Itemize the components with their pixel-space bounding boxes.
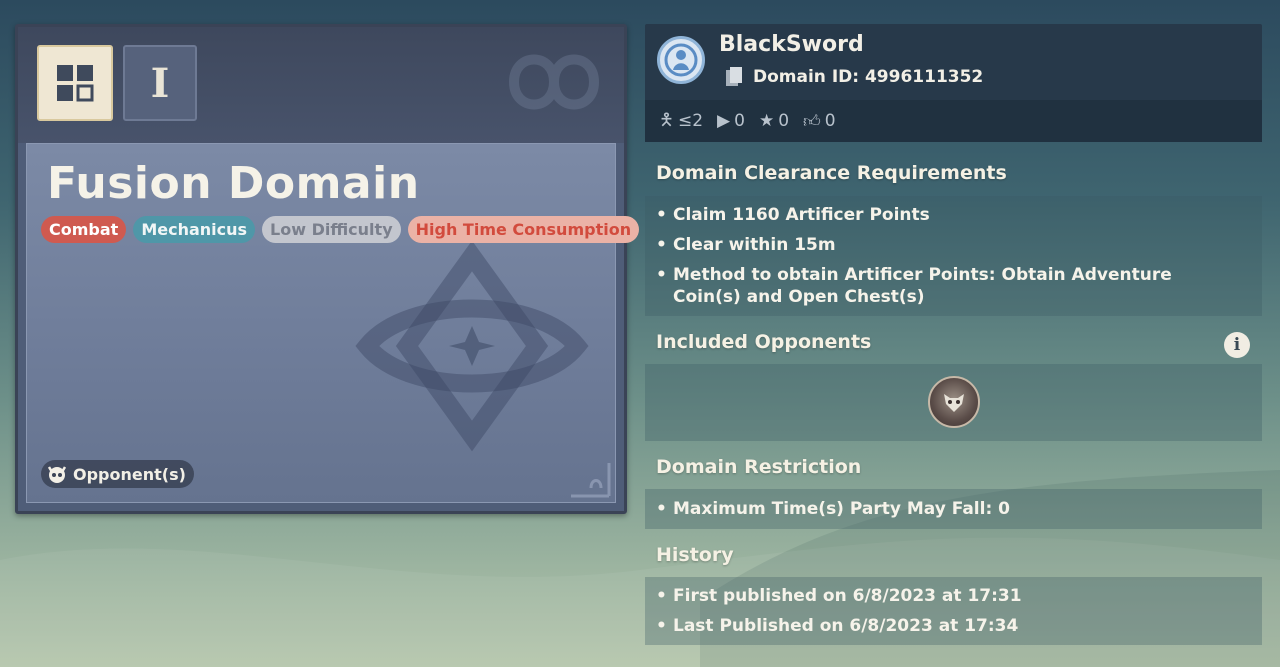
history-item: First published on 6/8/2023 at 17:31 [645, 585, 1262, 607]
knot-ornament-icon [508, 54, 600, 110]
opponents-title: Included Opponents [656, 331, 872, 353]
tag-high-time: High Time Consumption [407, 216, 640, 243]
clearance-item: Claim 1160 Artificer Points [645, 204, 1262, 226]
play-icon: ▶ [717, 111, 731, 131]
restriction-list: Maximum Time(s) Party May Fall: 0 [645, 489, 1262, 529]
creator-username: BlackSword [719, 32, 864, 57]
tag-combat: Combat [41, 216, 127, 243]
tag-low-difficulty: Low Difficulty [262, 216, 401, 243]
plays-value: 0 [734, 111, 745, 131]
likes-value: 0 [824, 111, 836, 131]
info-icon[interactable]: i [1224, 332, 1250, 358]
stat-party-size: 🯅 ≤2 [659, 107, 703, 136]
person-icon: 🯅 [659, 109, 674, 130]
tag-mechanicus: Mechanicus [133, 216, 256, 243]
compass-avatar-icon [664, 43, 698, 77]
domain-preview: Fusion Domain Combat Mechanicus Low Diff… [26, 143, 640, 503]
opponents-pill[interactable]: Opponent(s) [41, 460, 194, 488]
party-size-value: ≤2 [677, 111, 704, 131]
restriction-item: Maximum Time(s) Party May Fall: 0 [645, 498, 1262, 520]
stat-plays: ▶ 0 [717, 111, 745, 131]
domain-tags: Combat Mechanicus Low Difficulty High Ti… [41, 216, 640, 243]
restriction-title: Domain Restriction [656, 456, 862, 478]
clearance-title: Domain Clearance Requirements [656, 162, 1007, 184]
domain-id-row: Domain ID: 4996111352 [725, 66, 983, 88]
clearance-list: Claim 1160 Artificer Points Clear within… [645, 196, 1262, 316]
domain-emblem-icon [355, 240, 589, 452]
clearance-item: Method to obtain Artificer Points: Obtai… [645, 264, 1262, 308]
stat-stars: ★ 0 [759, 111, 789, 131]
stat-likes: 👍︎ 0 [803, 111, 836, 132]
history-list: First published on 6/8/2023 at 17:31 Las… [645, 577, 1262, 645]
star-icon: ★ [758, 111, 775, 131]
thumbs-up-icon: 👍︎ [803, 111, 821, 132]
opponents-label: Opponent(s) [73, 464, 186, 484]
creator-profile: BlackSword Domain ID: 4996111352 🯅 ≤2 ▶ … [645, 24, 1262, 142]
stars-value: 0 [778, 111, 790, 131]
profile-stats: 🯅 ≤2 ▶ 0 ★ 0 👍︎ 0 [645, 100, 1262, 142]
horned-skull-icon [47, 466, 67, 483]
domain-card: I Fusion Domain Combat Mechanicus Low Di… [15, 24, 640, 514]
stage-one-button[interactable]: I [123, 45, 197, 121]
copy-icon[interactable] [725, 66, 743, 88]
grid-icon [57, 65, 94, 102]
avatar[interactable] [657, 36, 705, 84]
grid-mode-button[interactable] [37, 45, 113, 121]
stage-label: I [150, 59, 170, 107]
domain-title: Fusion Domain [47, 158, 420, 209]
domain-id-text: Domain ID: 4996111352 [753, 67, 984, 87]
opponent-avatar[interactable] [928, 376, 980, 428]
history-title: History [656, 544, 734, 566]
clearance-item: Clear within 15m [645, 234, 1262, 256]
corner-ornament-icon [571, 463, 611, 498]
mech-opponent-icon [944, 394, 964, 412]
history-item: Last Published on 6/8/2023 at 17:34 [645, 615, 1262, 637]
